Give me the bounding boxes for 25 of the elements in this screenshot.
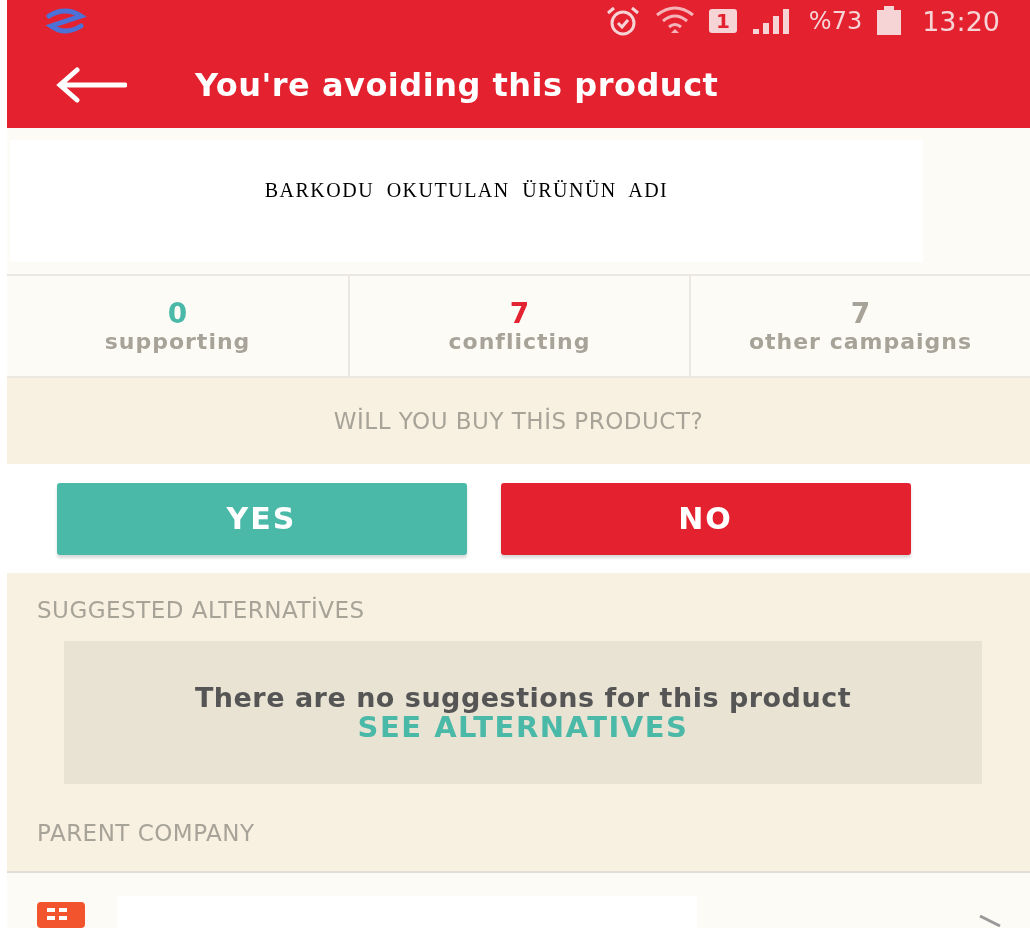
stat-tile[interactable]: 7 other campaigns — [689, 276, 1030, 376]
no-button[interactable]: NO — [500, 482, 911, 555]
section-heading: PARENT COMPANY — [37, 820, 256, 846]
yes-button[interactable]: YES — [56, 482, 467, 555]
stat-label: supporting — [104, 328, 251, 354]
stat-label: other campaigns — [748, 328, 973, 354]
alarm-clock-icon — [604, 5, 641, 37]
stat-label: conflicting — [448, 328, 591, 354]
question-text: WİLL YOU BUY THİS PRODUCT? — [333, 408, 704, 434]
screen-title: You're avoiding this product — [195, 66, 719, 104]
battery-icon — [876, 6, 903, 36]
app-logo-icon — [43, 8, 87, 34]
battery-percent: %73 — [808, 7, 863, 35]
stat-count: 7 — [509, 298, 530, 329]
clock-time: 13:20 — [922, 5, 1000, 37]
sim-badge: 1 — [708, 9, 737, 33]
section-heading: SUGGESTED ALTERNATİVES — [37, 597, 366, 623]
stat-tile[interactable]: 0 supporting — [7, 276, 348, 376]
product-name: BARKODU OKUTULAN ÜRÜNÜN ADI — [264, 178, 669, 202]
stat-count: 0 — [167, 298, 188, 329]
back-button[interactable] — [55, 67, 127, 103]
stat-tile[interactable]: 7 conflicting — [348, 276, 689, 376]
stat-count: 7 — [850, 298, 871, 329]
back-arrow-icon — [55, 67, 127, 103]
empty-message: There are no suggestions for this product — [193, 683, 853, 712]
